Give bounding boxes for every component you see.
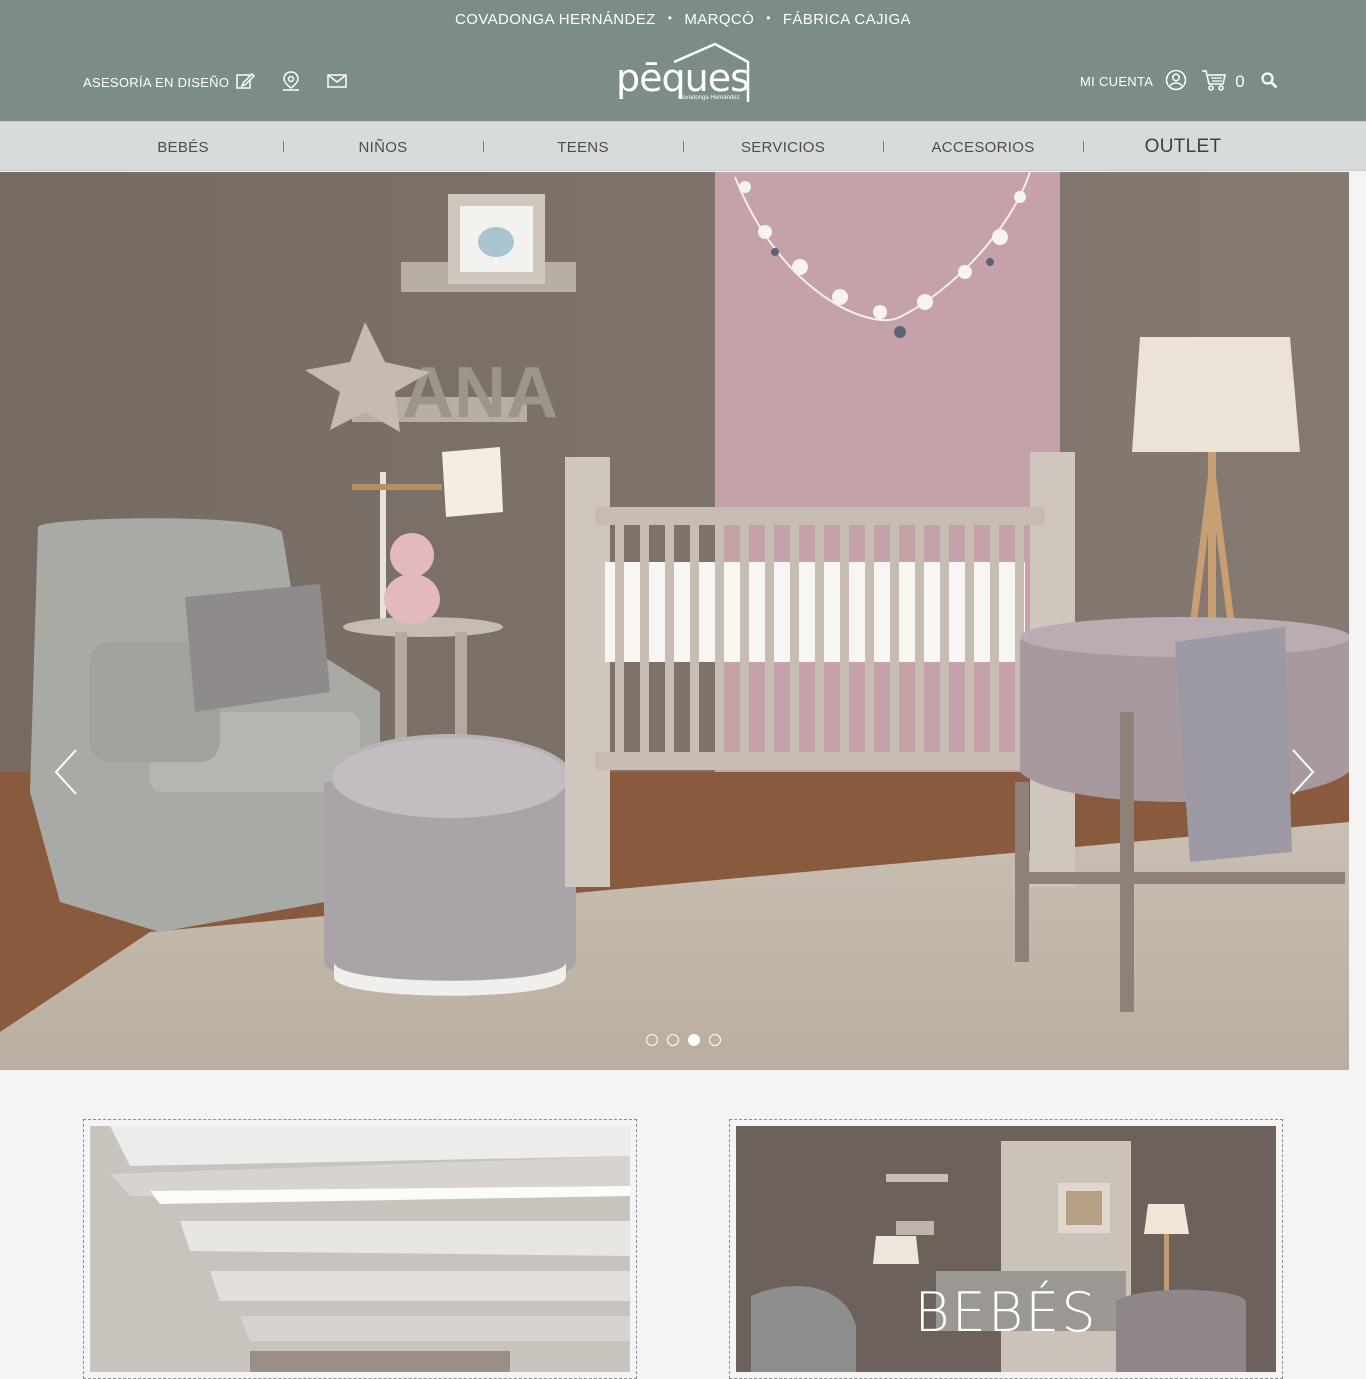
nav-item-bebes[interactable]: BEBÉS xyxy=(83,122,283,172)
location-pin-icon[interactable] xyxy=(281,70,301,95)
brand-separator: • xyxy=(667,11,673,25)
category-card-image xyxy=(90,1126,630,1372)
slider-dot[interactable] xyxy=(667,1034,679,1046)
slider-pagination xyxy=(646,1034,721,1046)
right-tools: MI CUENTA 0 xyxy=(1080,68,1278,95)
nav-item-outlet[interactable]: OUTLET xyxy=(1083,122,1283,172)
design-advice-link[interactable]: ASESORÍA EN DISEÑO xyxy=(83,75,229,90)
brand-link-covadonga[interactable]: COVADONGA HERNÁNDEZ xyxy=(455,11,656,28)
edit-icon[interactable] xyxy=(235,71,256,94)
logo-wordmark: pēques xyxy=(616,56,750,100)
cart-icon[interactable] xyxy=(1201,68,1227,95)
mail-icon[interactable] xyxy=(327,73,348,92)
nav-item-accesorios[interactable]: ACCESORIOS xyxy=(883,122,1083,172)
site-logo[interactable]: pēques Covadonga Hernández xyxy=(612,40,757,108)
category-card-image: BEBÉS xyxy=(736,1126,1276,1372)
nav-item-ninos[interactable]: NIÑOS xyxy=(283,122,483,172)
nursery-illustration: ANA xyxy=(0,172,1349,1070)
brand-link-cajiga[interactable]: FÁBRICA CAJIGA xyxy=(783,11,911,28)
logo-subtitle: Covadonga Hernández xyxy=(678,95,740,101)
user-circle-icon[interactable] xyxy=(1165,69,1187,94)
cart-count: 0 xyxy=(1235,71,1246,91)
search-icon[interactable] xyxy=(1261,71,1278,92)
brand-links: COVADONGA HERNÁNDEZ • MARQCÓ • FÁBRICA CAJIG… xyxy=(0,11,1366,28)
slider-dot[interactable] xyxy=(646,1034,658,1046)
prev-slide-arrow[interactable] xyxy=(52,747,82,797)
decor-name-letters: ANA xyxy=(402,353,558,433)
category-card-bebes[interactable]: BEBÉS xyxy=(729,1119,1283,1379)
nav-item-teens[interactable]: TEENS xyxy=(483,122,683,172)
slider-dot[interactable] xyxy=(709,1034,721,1046)
brand-link-marqco[interactable]: MARQCÓ xyxy=(684,11,754,28)
main-nav: BEBÉS NIÑOS TEENS SERVICIOS ACCESORIOS O… xyxy=(0,121,1366,171)
category-card-label: BEBÉS xyxy=(914,1281,1098,1344)
category-card[interactable] xyxy=(83,1119,637,1379)
nav-item-servicios[interactable]: SERVICIOS xyxy=(683,122,883,172)
site-header: COVADONGA HERNÁNDEZ • MARQCÓ • FÁBRICA CAJIG… xyxy=(0,0,1366,121)
brand-separator: • xyxy=(766,11,771,25)
left-tools: ASESORÍA EN DISEÑO xyxy=(83,70,348,95)
hero-slider[interactable]: ANA xyxy=(0,172,1349,1070)
account-link[interactable]: MI CUENTA xyxy=(1080,74,1153,89)
slider-dot-active[interactable] xyxy=(688,1034,700,1046)
next-slide-arrow[interactable] xyxy=(1287,747,1317,797)
